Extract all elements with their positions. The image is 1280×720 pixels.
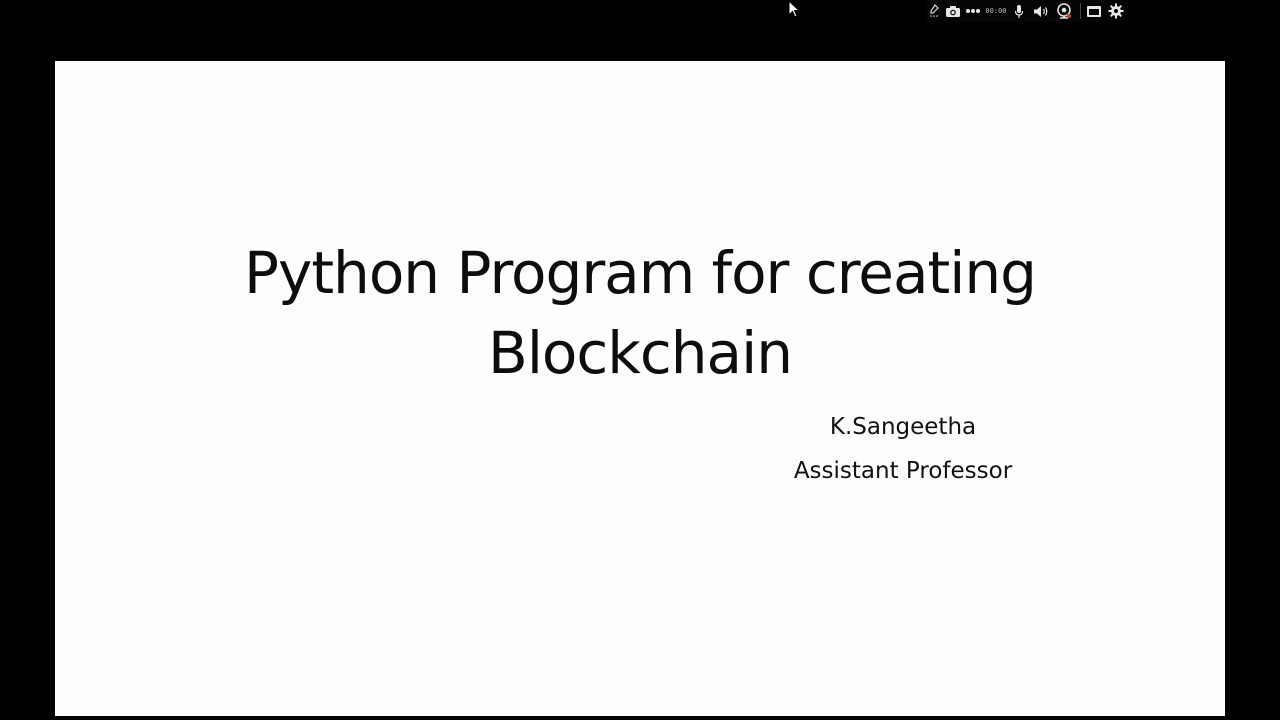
microphone-icon[interactable] [1007, 0, 1031, 22]
pen-icon[interactable] [926, 0, 942, 22]
screen-recorder-toolbar: 00:00 [926, 0, 1128, 22]
window-icon[interactable] [1085, 0, 1105, 22]
toolbar-divider [1079, 3, 1081, 19]
more-dots-icon[interactable] [963, 0, 983, 22]
webcam-icon[interactable] [1052, 0, 1076, 22]
slide-title-line-1: Python Program for creating [244, 239, 1037, 307]
slide-title: Python Program for creating Blockchain [55, 233, 1225, 393]
gear-icon[interactable] [1104, 0, 1128, 22]
author-role: Assistant Professor [793, 458, 1013, 484]
recording-timer: 00:00 [985, 7, 1007, 15]
camera-icon[interactable] [942, 0, 964, 22]
slide-title-line-2: Blockchain [488, 319, 793, 387]
mouse-cursor-icon [788, 0, 802, 20]
author-name: K.Sangeetha [829, 414, 977, 440]
speaker-icon[interactable] [1030, 0, 1052, 22]
author-block: K.Sangeetha Assistant Professor [755, 405, 1051, 493]
presentation-slide: Python Program for creating Blockchain K… [55, 61, 1225, 716]
